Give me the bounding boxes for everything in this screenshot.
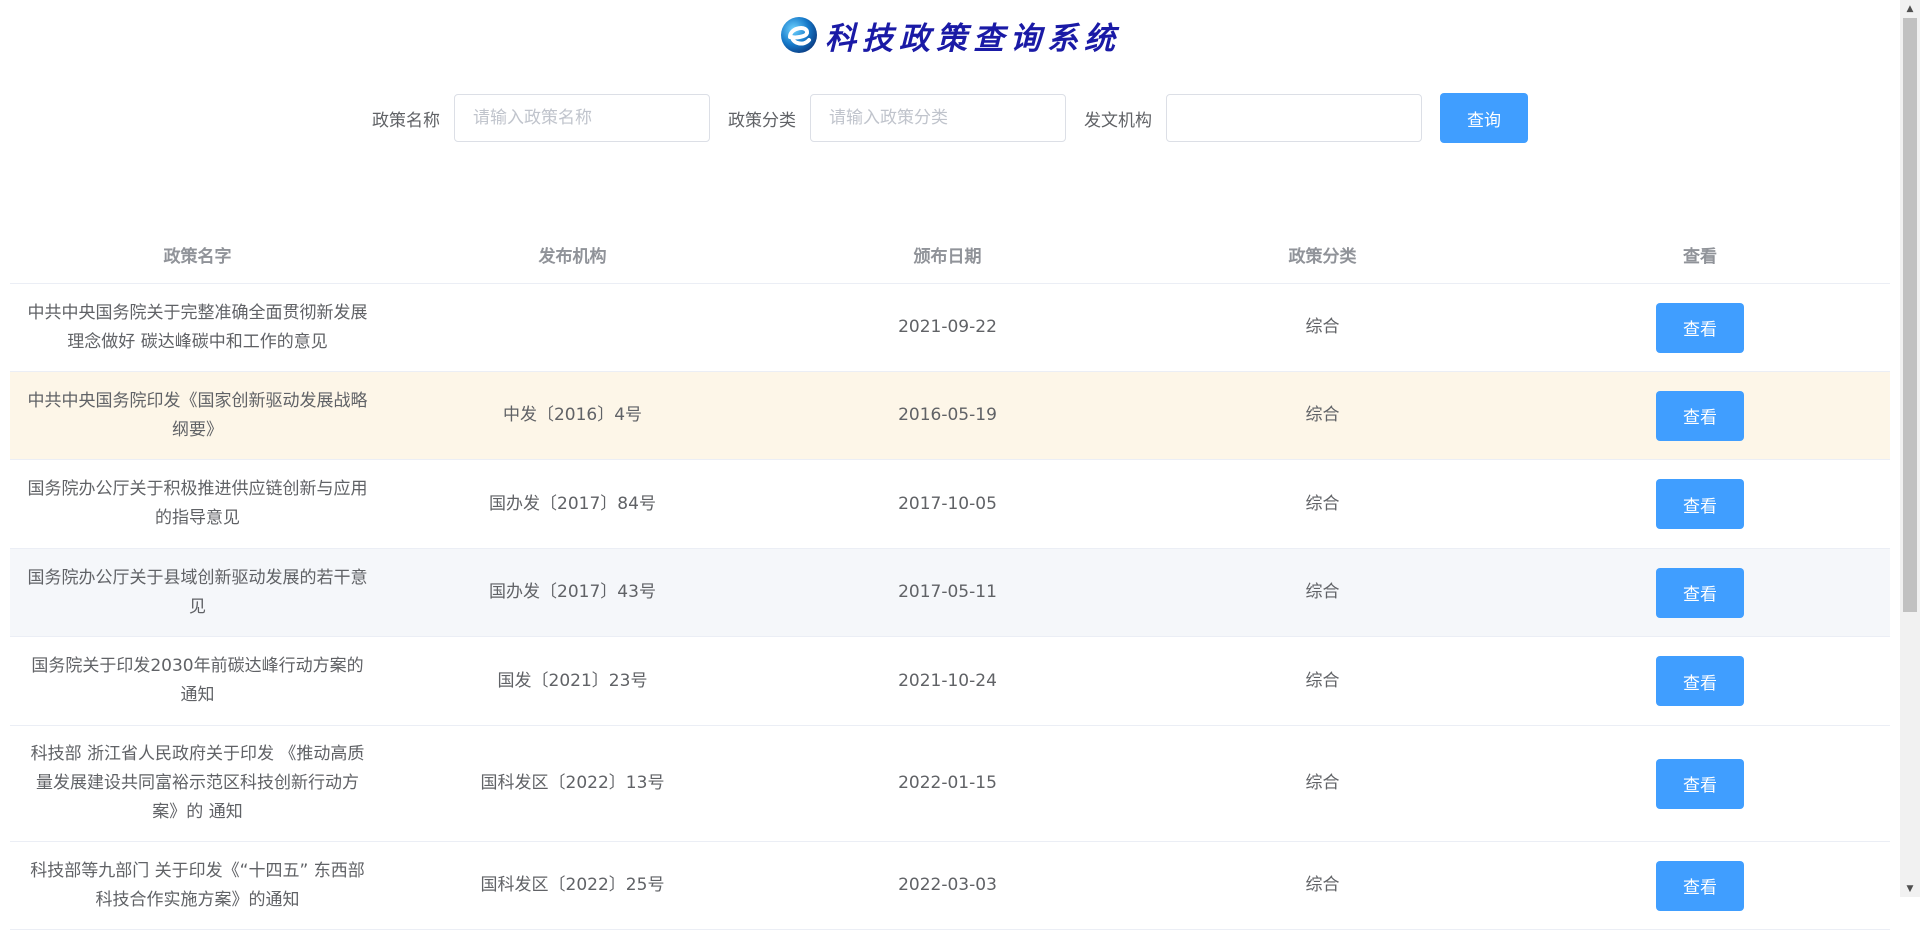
view-button[interactable]: 查看 — [1656, 758, 1744, 809]
cell-issue-date: 2022-01-15 — [760, 725, 1135, 842]
page-header: 科技政策查询系统 — [0, 0, 1900, 70]
vertical-scrollbar[interactable]: ▲ ▼ — [1900, 0, 1920, 897]
cell-view: 查看 — [1510, 548, 1890, 637]
cell-policy-category: 综合 — [1135, 725, 1510, 842]
scroll-down-arrow-icon[interactable]: ▼ — [1900, 880, 1920, 897]
policy-name-label: 政策名称 — [372, 110, 440, 131]
view-button[interactable]: 查看 — [1656, 860, 1744, 911]
table-row: 国务院办公厅关于积极推进供应链创新与应用的指导意见 国办发〔2017〕84号 2… — [10, 459, 1890, 549]
cell-view: 查看 — [1510, 283, 1890, 372]
scroll-up-arrow-icon[interactable]: ▲ — [1900, 0, 1920, 17]
cell-view: 查看 — [1510, 725, 1890, 842]
policy-category-input[interactable] — [810, 94, 1066, 142]
header-policy-name: 政策名字 — [10, 225, 385, 284]
cell-policy-category: 综合 — [1135, 283, 1510, 372]
cell-publishing-org: 中发〔2016〕4号 — [385, 371, 760, 460]
view-button[interactable]: 查看 — [1656, 390, 1744, 441]
cell-publishing-org: 国办发〔2017〕84号 — [385, 459, 760, 549]
cell-view: 查看 — [1510, 636, 1890, 726]
header-publishing-org: 发布机构 — [385, 225, 760, 284]
cell-policy-category: 综合 — [1135, 841, 1510, 930]
cell-policy-category: 综合 — [1135, 636, 1510, 726]
view-button[interactable]: 查看 — [1656, 656, 1744, 706]
cell-publishing-org: 国发〔2021〕23号 — [385, 636, 760, 726]
policy-name-group: 政策名称 — [372, 94, 710, 142]
cell-view: 查看 — [1510, 459, 1890, 549]
cell-policy-name: 中共中央国务院印发《国家创新驱动发展战略纲要》 — [10, 371, 385, 460]
header-policy-category: 政策分类 — [1135, 225, 1510, 284]
cell-publishing-org: 国办发〔2017〕43号 — [385, 548, 760, 637]
page-title: 科技政策查询系统 — [825, 20, 1121, 57]
cell-view: 查看 — [1510, 371, 1890, 460]
header-issue-date: 颁布日期 — [760, 225, 1135, 284]
cell-policy-category: 综合 — [1135, 548, 1510, 637]
cell-issue-date: 2021-09-22 — [760, 283, 1135, 372]
cell-publishing-org: 国科发区〔2022〕25号 — [385, 841, 760, 930]
cell-issue-date: 2017-10-05 — [760, 459, 1135, 549]
header-view: 查看 — [1510, 225, 1890, 284]
issuing-org-group: 发文机构 — [1084, 94, 1422, 142]
cell-policy-name: 中共中央国务院关于完整准确全面贯彻新发展理念做好 碳达峰碳中和工作的意见 — [10, 283, 385, 372]
cell-policy-name: 国务院办公厅关于积极推进供应链创新与应用的指导意见 — [10, 459, 385, 549]
scrollbar-thumb[interactable] — [1903, 18, 1917, 612]
cell-policy-category: 综合 — [1135, 371, 1510, 460]
cell-policy-category: 综合 — [1135, 459, 1510, 549]
view-button[interactable]: 查看 — [1656, 479, 1744, 529]
issuing-org-label: 发文机构 — [1084, 110, 1152, 131]
policy-category-label: 政策分类 — [728, 110, 796, 131]
view-button[interactable]: 查看 — [1656, 302, 1744, 353]
issuing-org-input[interactable] — [1166, 94, 1422, 142]
cell-publishing-org — [385, 283, 760, 372]
cell-view: 查看 — [1510, 841, 1890, 930]
query-button[interactable]: 查询 — [1440, 93, 1528, 143]
policy-name-input[interactable] — [454, 94, 710, 142]
table-row: 国务院关于印发2030年前碳达峰行动方案的通知 国发〔2021〕23号 2021… — [10, 636, 1890, 726]
cell-policy-name: 科技部等九部门 关于印发《“十四五” 东西部科技合作实施方案》的通知 — [10, 841, 385, 930]
table-row: 中共中央国务院印发《国家创新驱动发展战略纲要》 中发〔2016〕4号 2016-… — [10, 371, 1890, 460]
table-row: 国务院办公厅关于县域创新驱动发展的若干意见 国办发〔2017〕43号 2017-… — [10, 548, 1890, 637]
policy-category-group: 政策分类 — [728, 94, 1066, 142]
search-bar: 政策名称 政策分类 发文机构 查询 — [0, 93, 1900, 143]
logo: 科技政策查询系统 — [779, 13, 1121, 58]
table-row: 中共中央国务院关于完整准确全面贯彻新发展理念做好 碳达峰碳中和工作的意见 202… — [10, 283, 1890, 372]
table-row: 科技部 浙江省人民政府关于印发 《推动高质量发展建设共同富裕示范区科技创新行动方… — [10, 725, 1890, 842]
cell-publishing-org: 国科发区〔2022〕13号 — [385, 725, 760, 842]
cell-issue-date: 2021-10-24 — [760, 636, 1135, 726]
cell-policy-name: 科技部 浙江省人民政府关于印发 《推动高质量发展建设共同富裕示范区科技创新行动方… — [10, 725, 385, 842]
cell-issue-date: 2016-05-19 — [760, 371, 1135, 460]
table-header-row: 政策名字 发布机构 颁布日期 政策分类 查看 — [10, 225, 1890, 284]
e-globe-logo-icon — [781, 17, 817, 53]
view-button[interactable]: 查看 — [1656, 567, 1744, 618]
cell-issue-date: 2017-05-11 — [760, 548, 1135, 637]
policy-table: 政策名字 发布机构 颁布日期 政策分类 查看 中共中央国务院关于完整准确全面贯彻… — [10, 225, 1890, 930]
table-row: 科技部等九部门 关于印发《“十四五” 东西部科技合作实施方案》的通知 国科发区〔… — [10, 841, 1890, 930]
cell-policy-name: 国务院办公厅关于县域创新驱动发展的若干意见 — [10, 548, 385, 637]
cell-issue-date: 2022-03-03 — [760, 841, 1135, 930]
cell-policy-name: 国务院关于印发2030年前碳达峰行动方案的通知 — [10, 636, 385, 726]
